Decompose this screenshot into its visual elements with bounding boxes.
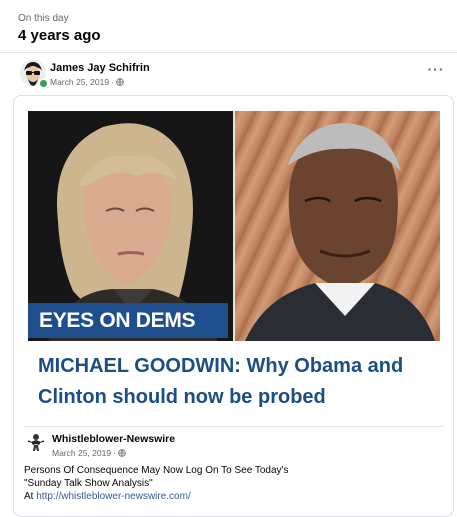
website-link[interactable]: http://whistleblower-newswire.com/ [36, 491, 191, 502]
more-options-button[interactable]: ··· [424, 62, 448, 80]
page-avatar[interactable] [27, 433, 45, 453]
inner-divider [24, 426, 444, 427]
shared-post-date[interactable]: March 25, 2019 [52, 448, 111, 458]
article-photo-right [235, 111, 440, 341]
article-headline[interactable]: MICHAEL GOODWIN: Why Obama and Clinton s… [38, 351, 438, 413]
meta-separator: · [113, 448, 116, 458]
post-meta: March 25, 2019 · [50, 77, 124, 87]
link-prefix: At [24, 491, 34, 502]
globe-icon [116, 78, 124, 86]
shared-post-meta: March 25, 2019 · [52, 448, 126, 458]
memory-header: On this day 4 years ago [0, 0, 457, 50]
author-name[interactable]: James Jay Schifrin [50, 62, 150, 74]
post-text-line: "Sunday Talk Show Analysis" [24, 478, 153, 489]
image-overlay-text: EYES ON DEMS [39, 309, 196, 332]
header-divider [0, 52, 457, 53]
meta-separator: · [111, 77, 114, 87]
on-this-day-label: On this day [18, 13, 69, 24]
post-text-line: Persons Of Consequence May Now Log On To… [24, 465, 289, 476]
shared-page-name[interactable]: Whistleblower-Newswire [52, 433, 175, 445]
article-image[interactable] [28, 111, 440, 341]
shared-post-text: Persons Of Consequence May Now Log On To… [24, 464, 424, 503]
memory-heading: 4 years ago [18, 27, 101, 44]
post-link-line: At http://whistleblower-newswire.com/ [24, 490, 424, 503]
globe-icon [118, 449, 126, 457]
post-date[interactable]: March 25, 2019 [50, 77, 109, 87]
online-status-dot [39, 79, 48, 88]
